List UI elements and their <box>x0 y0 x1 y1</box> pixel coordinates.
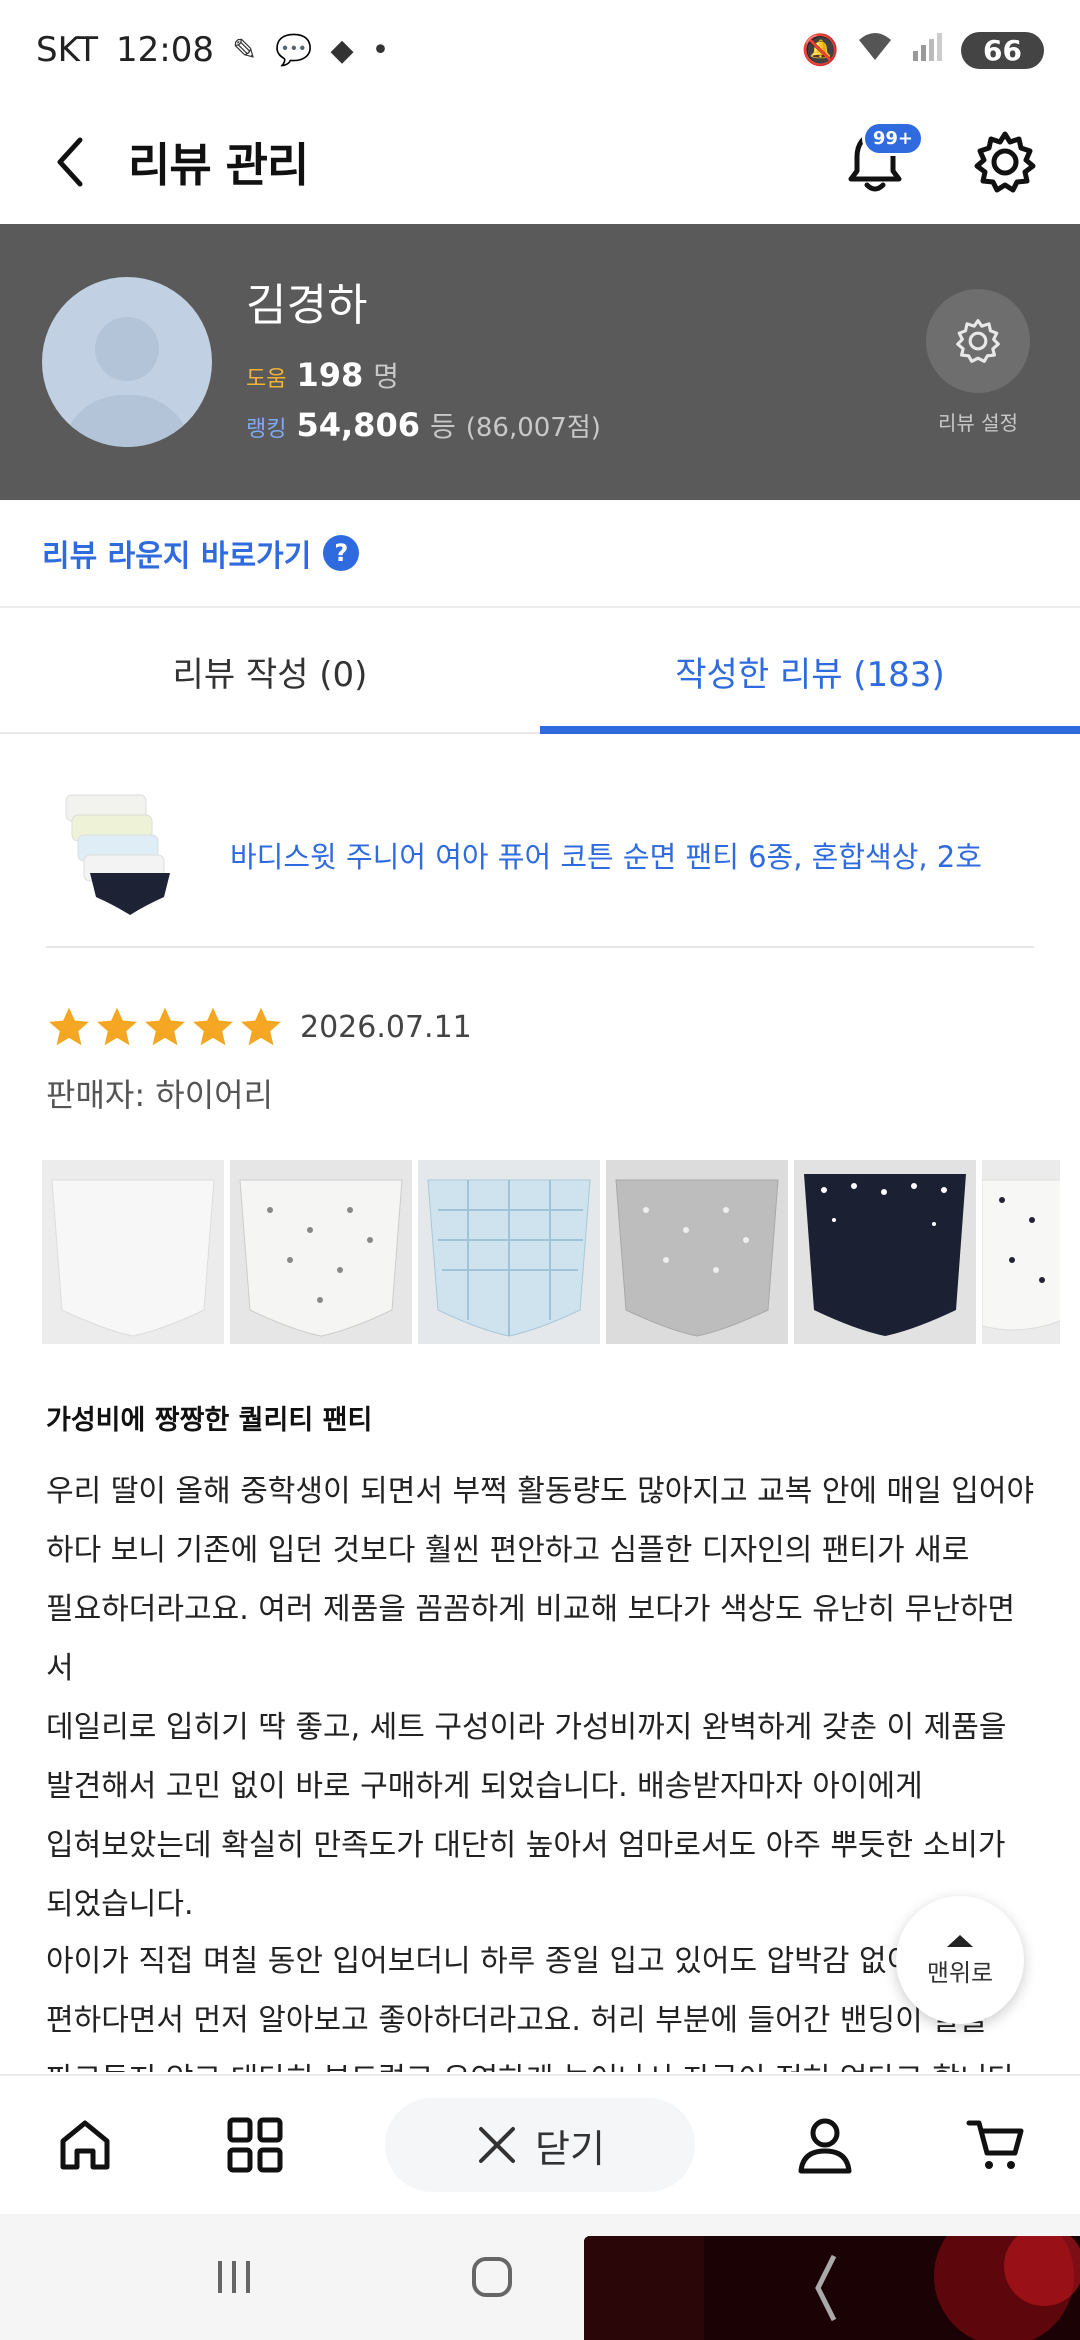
rank-points: (86,007점) <box>465 413 601 443</box>
scroll-to-top-label: 맨위로 <box>926 1958 994 1987</box>
nav-home[interactable] <box>45 2105 125 2185</box>
rank-value: 54,806 <box>296 406 420 444</box>
back-button[interactable] <box>40 132 100 192</box>
review-photo[interactable] <box>418 1160 600 1344</box>
review-body: 우리 딸이 올해 중학생이 되면서 부쩍 활동량도 많아지고 교복 안에 매일 … <box>46 1462 1036 1934</box>
home-system-button[interactable] <box>422 2237 562 2317</box>
tab-write-review[interactable]: 리뷰 작성 (0) <box>0 610 540 732</box>
profile-panel: 김경하 도움 198 명 랭킹 54,806 등 (86,007점) 리뷰 설정 <box>0 224 1080 500</box>
system-nav-bar <box>0 2214 1080 2340</box>
star-rating <box>46 1004 286 1050</box>
battery-indicator: 66 <box>961 31 1044 69</box>
mute-icon: 🔕 <box>801 32 840 68</box>
review-date: 2026.07.11 <box>300 1009 472 1045</box>
carrier: SKT <box>36 30 99 70</box>
review-line: 입혀보았는데 확실히 만족도가 대단히 높아서 엄마로서도 아주 뿌듯한 소비가 <box>46 1828 1006 1863</box>
cart-icon <box>966 2120 1024 2169</box>
gear-icon <box>956 318 1000 363</box>
review-line: 우리 딸이 올해 중학생이 되면서 부쩍 활동량도 많아지고 교복 안에 매일 … <box>46 1474 1035 1509</box>
star-icon <box>193 1007 233 1046</box>
review-settings-label: 리뷰 설정 <box>938 410 1018 435</box>
help-count: 198 <box>296 356 364 394</box>
signal-icon <box>911 31 945 69</box>
scroll-to-top-button[interactable]: 맨위로 <box>896 1896 1024 2024</box>
recent-apps-button[interactable] <box>164 2237 304 2317</box>
grid-icon <box>227 2117 283 2173</box>
rank-stat: 랭킹 54,806 등 (86,007점) <box>246 405 601 445</box>
close-icon <box>479 2127 516 2163</box>
review-line: 아이가 직접 며칠 동안 입어보더니 하루 종일 입고 있어도 압박감 없이 정… <box>46 1944 979 1979</box>
help-icon[interactable]: ? <box>323 535 360 571</box>
review-tabs: 리뷰 작성 (0) 작성한 리뷰 (183) <box>0 610 1080 734</box>
avatar <box>42 277 212 447</box>
gear-icon <box>974 131 1036 193</box>
nav-my-page[interactable] <box>785 2105 865 2185</box>
rank-unit: 등 <box>429 410 456 443</box>
page-title: 리뷰 관리 <box>128 138 309 192</box>
status-time: 12:08 <box>116 30 214 70</box>
seller-name: 판매자: 하이어리 <box>46 1076 274 1114</box>
review-title: 가성비에 짱짱한 퀄리티 팬티 <box>46 1405 373 1436</box>
review-line: 편하다면서 먼저 알아보고 좋아하더라고요. 허리 부분에 들어간 밴딩이 살을 <box>46 2003 988 2038</box>
review-photo[interactable] <box>230 1160 412 1344</box>
review-line: 필요하더라고요. 여러 제품을 꼼꼼하게 비교해 보다가 색상도 유난히 무난하… <box>46 1592 1016 1686</box>
review-line: 데일리로 입히기 딱 좋고, 세트 구성이라 가성비까지 완벽하게 갖춘 이 제… <box>46 1710 1007 1745</box>
review-lounge-link[interactable]: 리뷰 라운지 바로가기 ? <box>0 500 1080 608</box>
floating-video-preview[interactable] <box>584 2236 1080 2340</box>
review-settings-circle <box>926 288 1030 393</box>
home-icon <box>60 2120 110 2170</box>
review-line: 파고들지 않고 대단히 부드럽고 유연하게 늘어나서 자국이 전혀 없다고 합니… <box>46 2050 1036 2072</box>
review-photo[interactable] <box>794 1160 976 1344</box>
profile-name: 김경하 <box>246 280 368 331</box>
review-photo[interactable] <box>606 1160 788 1344</box>
close-button[interactable]: 닫기 <box>385 2098 695 2192</box>
user-icon <box>798 2118 852 2174</box>
profile-info: 김경하 도움 198 명 랭킹 54,806 등 (86,007점) <box>246 269 601 455</box>
product-name: 바디스윗 주니어 여아 퓨어 코튼 순면 팬티 6종, 혼합색상, 2호 <box>230 840 982 874</box>
star-icon <box>145 1007 185 1046</box>
status-bar: SKT 12:08 ✎ 💬 ◆ • 🔕 66 <box>0 0 1080 100</box>
app-icon: ◆ <box>330 32 354 68</box>
review-line: 되었습니다. <box>46 1887 194 1922</box>
product-thumbnail <box>46 785 186 925</box>
talk-icon: 💬 <box>275 32 313 68</box>
home-circle-icon <box>472 2257 512 2297</box>
review-line: 하다 보니 기존에 입던 것보다 훨씬 편안하고 심플한 디자인의 팬티가 새로 <box>46 1533 970 1568</box>
tab-written-reviews[interactable]: 작성한 리뷰 (183) <box>540 610 1080 734</box>
app-notification-icon: ✎ <box>232 32 258 68</box>
wifi-icon <box>855 30 895 70</box>
review-photo[interactable] <box>982 1160 1060 1344</box>
review-settings-button[interactable]: 리뷰 설정 <box>926 288 1030 436</box>
review-photo[interactable] <box>42 1160 224 1344</box>
help-unit: 명 <box>373 360 400 393</box>
rank-label: 랭킹 <box>246 417 287 442</box>
caret-up-icon <box>947 1934 973 1947</box>
notification-button[interactable]: 99+ <box>840 121 924 197</box>
settings-button[interactable] <box>970 127 1040 197</box>
nav-cart[interactable] <box>955 2105 1035 2185</box>
review-body-continued: 아이가 직접 며칠 동안 입어보더니 하루 종일 입고 있어도 압박감 없이 정… <box>46 1932 1036 2072</box>
rating-row: 2026.07.11 <box>46 1004 472 1050</box>
review-lounge-label: 리뷰 라운지 바로가기 <box>42 539 312 574</box>
more-dot: • <box>371 32 390 68</box>
star-icon <box>241 1007 281 1046</box>
app-header: 리뷰 관리 99+ <box>0 100 1080 224</box>
close-label: 닫기 <box>535 2126 605 2171</box>
back-arrow-icon <box>57 137 83 187</box>
review-line: 발견해서 고민 없이 바로 구매하게 되었습니다. 배송받자마자 아이에게 <box>46 1769 923 1804</box>
notification-badge: 99+ <box>861 121 924 156</box>
star-icon <box>97 1007 137 1046</box>
product-row[interactable]: 바디스윗 주니어 여아 퓨어 코튼 순면 팬티 6종, 혼합색상, 2호 <box>46 764 1034 948</box>
review-photos <box>42 1160 1060 1344</box>
help-label: 도움 <box>246 367 287 392</box>
bottom-nav: 닫기 <box>0 2074 1080 2214</box>
recent-apps-icon <box>218 2261 250 2293</box>
star-icon <box>49 1007 89 1046</box>
nav-categories[interactable] <box>215 2105 295 2185</box>
help-stat: 도움 198 명 <box>246 355 601 395</box>
